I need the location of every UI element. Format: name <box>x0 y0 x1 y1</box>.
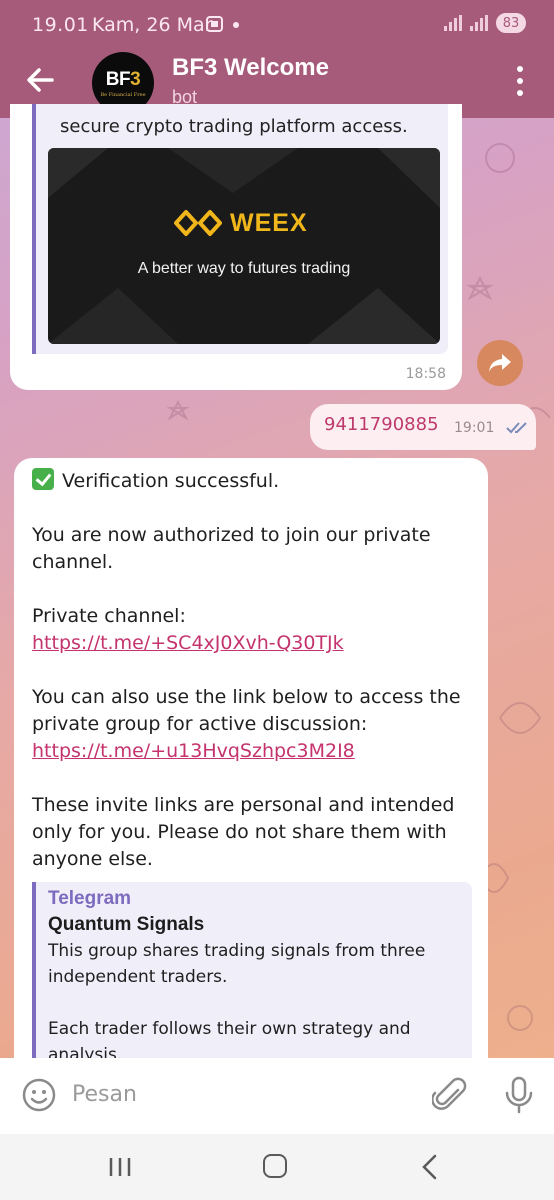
battery-icon: 83 <box>496 13 526 33</box>
message-body: Verification successful. You are now aut… <box>32 468 478 900</box>
private-group-link[interactable]: https://t.me/+u13HvqSzhpc3M2I8 <box>32 740 355 762</box>
weex-tagline: A better way to futures trading <box>137 260 351 277</box>
outgoing-message[interactable]: 9411790885 19:01 <box>310 404 536 450</box>
weex-logo-icon <box>174 210 222 236</box>
signal-icon <box>470 15 488 31</box>
system-navigation-bar <box>0 1134 554 1200</box>
avatar-tagline: Be Financial Free <box>100 91 146 98</box>
preview-image[interactable]: WEEX A better way to futures trading <box>48 148 440 344</box>
more-options-icon[interactable] <box>508 66 532 96</box>
chat-header: 19.01 Kam, 26 Mar 83 BF3 Be Financial Fr… <box>0 0 554 118</box>
status-date: Kam, 26 Mar <box>92 14 213 36</box>
private-channel-label: Private channel: <box>32 605 186 627</box>
status-time: 19.01 <box>32 14 89 36</box>
emoji-icon[interactable] <box>22 1078 56 1112</box>
forward-icon <box>489 354 511 372</box>
link-preview[interactable]: Telegram Quantum Signals This group shar… <box>32 882 472 1072</box>
message-input[interactable]: Pesan <box>72 1082 137 1107</box>
preview-description: This group shares trading signals from t… <box>48 941 426 987</box>
attach-icon[interactable] <box>431 1076 468 1114</box>
message-input-bar: Pesan <box>0 1058 554 1134</box>
weex-logo: WEEX <box>174 208 308 238</box>
private-channel-link[interactable]: https://t.me/+SC4xJ0Xvh-Q30TJk <box>32 632 344 654</box>
home-icon[interactable] <box>263 1154 287 1178</box>
warning-text: These invite links are personal and inte… <box>32 794 455 870</box>
incoming-message[interactable]: Verification successful. You are now aut… <box>14 458 488 1072</box>
message-time: 19:01 <box>454 420 495 436</box>
signal-icon <box>444 15 462 31</box>
link-preview[interactable]: secure crypto trading platform access. W… <box>32 104 448 354</box>
read-check-icon <box>506 422 527 434</box>
recent-apps-icon[interactable] <box>108 1156 132 1178</box>
chat-title[interactable]: BF3 Welcome <box>172 54 329 82</box>
screenshot-icon <box>206 15 242 38</box>
group-info-text: You can also use the link below to acces… <box>32 686 461 735</box>
forward-button[interactable] <box>477 340 523 386</box>
preview-title: Quantum Signals <box>48 914 205 935</box>
incoming-message[interactable]: secure crypto trading platform access. W… <box>10 104 462 390</box>
message-text: secure crypto trading platform access. <box>60 116 408 137</box>
verification-text: Verification successful. <box>62 470 280 492</box>
status-bar: 19.01 Kam, 26 Mar 83 <box>0 0 554 50</box>
message-text: 9411790885 <box>324 414 439 435</box>
microphone-icon[interactable] <box>504 1076 534 1114</box>
back-icon[interactable] <box>420 1154 440 1180</box>
preview-site-name: Telegram <box>48 888 132 909</box>
authorized-text: You are now authorized to join our priva… <box>32 524 431 573</box>
back-arrow-icon[interactable] <box>22 62 58 98</box>
message-time: 18:58 <box>405 366 446 382</box>
check-mark-icon <box>32 468 54 490</box>
avatar-logo: BF3 <box>105 68 141 90</box>
